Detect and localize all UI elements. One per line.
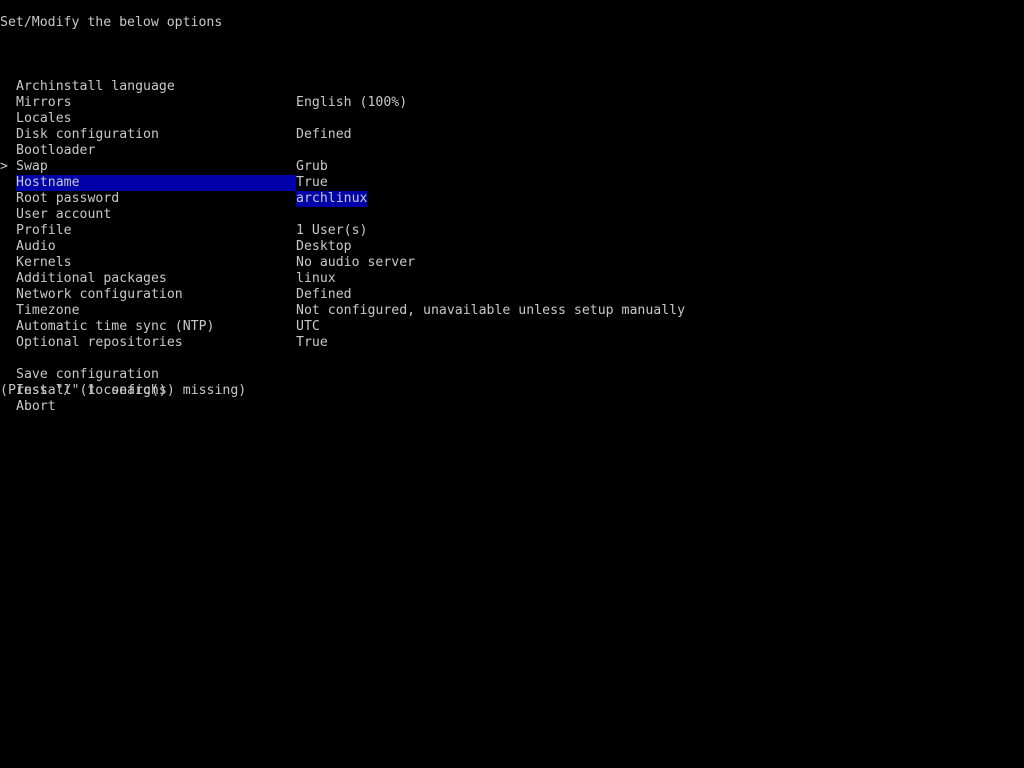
- menu-item-mirrors[interactable]: Mirrors: [0, 63, 1024, 110]
- menu-item-disk-configuration[interactable]: Disk configuration: [0, 95, 1024, 142]
- menu-item-bootloader[interactable]: Bootloader Grub: [0, 111, 1024, 174]
- search-hint: (Press "/" to search): [0, 383, 167, 398]
- menu-item-hostname[interactable]: > Hostname archlinux: [0, 143, 1024, 207]
- menu-item-profile[interactable]: Profile Desktop: [0, 191, 1024, 254]
- menu-item-root-password[interactable]: Root password: [0, 159, 1024, 206]
- menu-item-audio[interactable]: Audio No audio server: [0, 207, 1024, 270]
- menu-action-save-configuration[interactable]: Save configuration: [0, 335, 1024, 382]
- menu-item-optional-repositories[interactable]: Optional repositories: [0, 303, 1024, 350]
- menu-item-archinstall-language[interactable]: Archinstall language English (100%): [0, 47, 1024, 110]
- cursor-empty: [0, 319, 16, 335]
- menu-item-network-configuration[interactable]: Network configuration Not configured, un…: [0, 255, 1024, 318]
- menu-item-timezone[interactable]: Timezone UTC: [0, 271, 1024, 334]
- menu-item-automatic-time-sync[interactable]: Automatic time sync (NTP) True: [0, 287, 1024, 350]
- terminal-screen: Set/Modify the below options Archinstall…: [0, 0, 1024, 768]
- menu-item-locales[interactable]: Locales Defined: [0, 79, 1024, 142]
- menu-item-value: UTC: [296, 319, 320, 334]
- menu-item-swap[interactable]: Swap True: [0, 127, 1024, 190]
- menu-action-label: Abort: [16, 399, 56, 414]
- menu-title: Set/Modify the below options: [0, 15, 223, 30]
- menu-item-additional-packages[interactable]: Additional packages Defined: [0, 239, 1024, 302]
- menu-item-kernels[interactable]: Kernels linux: [0, 223, 1024, 286]
- menu-action-abort[interactable]: Abort: [0, 367, 1024, 414]
- menu-item-label: Automatic time sync (NTP): [16, 319, 215, 334]
- menu-item-user-account[interactable]: User account 1 User(s): [0, 175, 1024, 238]
- menu-action-install[interactable]: Install (1 config(s) missing): [0, 351, 1024, 398]
